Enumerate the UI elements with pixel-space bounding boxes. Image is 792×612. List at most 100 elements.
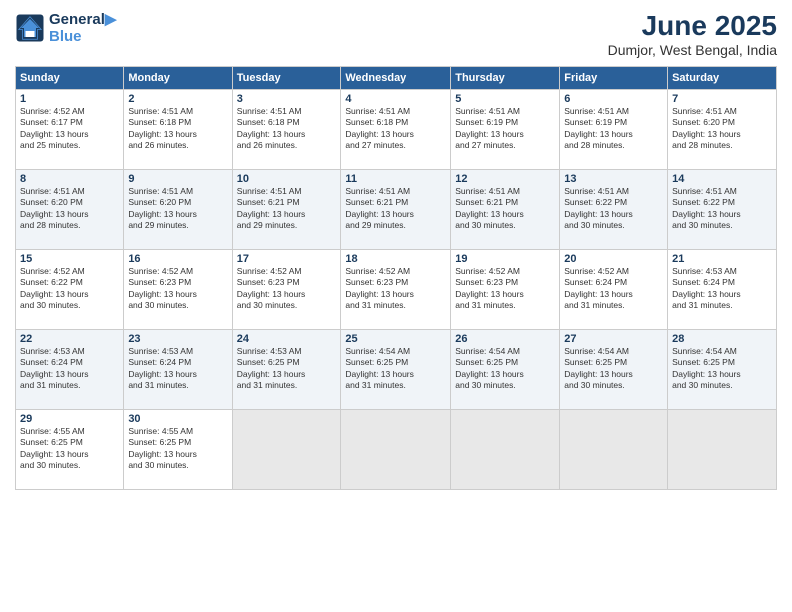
calendar-cell: 14Sunrise: 4:51 AMSunset: 6:22 PMDayligh… — [668, 170, 777, 250]
day-number: 2 — [128, 93, 227, 105]
day-number: 3 — [237, 93, 337, 105]
calendar-cell — [668, 410, 777, 490]
day-info: Sunrise: 4:51 AMSunset: 6:18 PMDaylight:… — [128, 106, 227, 152]
day-info: Sunrise: 4:52 AMSunset: 6:24 PMDaylight:… — [564, 266, 663, 312]
day-info: Sunrise: 4:53 AMSunset: 6:24 PMDaylight:… — [20, 346, 119, 392]
logo-text: General▶ Blue — [49, 10, 116, 45]
calendar-cell: 7Sunrise: 4:51 AMSunset: 6:20 PMDaylight… — [668, 90, 777, 170]
calendar-cell: 19Sunrise: 4:52 AMSunset: 6:23 PMDayligh… — [451, 250, 560, 330]
calendar-cell — [560, 410, 668, 490]
day-number: 18 — [345, 253, 446, 265]
day-number: 17 — [237, 253, 337, 265]
day-number: 9 — [128, 173, 227, 185]
day-info: Sunrise: 4:51 AMSunset: 6:21 PMDaylight:… — [237, 186, 337, 232]
calendar-cell: 5Sunrise: 4:51 AMSunset: 6:19 PMDaylight… — [451, 90, 560, 170]
day-info: Sunrise: 4:53 AMSunset: 6:24 PMDaylight:… — [672, 266, 772, 312]
week-row-1: 1Sunrise: 4:52 AMSunset: 6:17 PMDaylight… — [16, 90, 777, 170]
day-number: 5 — [455, 93, 555, 105]
calendar-cell: 8Sunrise: 4:51 AMSunset: 6:20 PMDaylight… — [16, 170, 124, 250]
day-number: 14 — [672, 173, 772, 185]
week-row-4: 22Sunrise: 4:53 AMSunset: 6:24 PMDayligh… — [16, 330, 777, 410]
day-info: Sunrise: 4:55 AMSunset: 6:25 PMDaylight:… — [20, 426, 119, 472]
title-section: June 2025 Dumjor, West Bengal, India — [608, 10, 777, 58]
day-number: 19 — [455, 253, 555, 265]
day-number: 11 — [345, 173, 446, 185]
day-info: Sunrise: 4:53 AMSunset: 6:25 PMDaylight:… — [237, 346, 337, 392]
day-number: 6 — [564, 93, 663, 105]
calendar-cell: 10Sunrise: 4:51 AMSunset: 6:21 PMDayligh… — [232, 170, 341, 250]
calendar-cell: 23Sunrise: 4:53 AMSunset: 6:24 PMDayligh… — [124, 330, 232, 410]
day-info: Sunrise: 4:51 AMSunset: 6:22 PMDaylight:… — [564, 186, 663, 232]
calendar-cell: 24Sunrise: 4:53 AMSunset: 6:25 PMDayligh… — [232, 330, 341, 410]
day-info: Sunrise: 4:54 AMSunset: 6:25 PMDaylight:… — [564, 346, 663, 392]
day-number: 25 — [345, 333, 446, 345]
calendar-cell: 13Sunrise: 4:51 AMSunset: 6:22 PMDayligh… — [560, 170, 668, 250]
day-number: 22 — [20, 333, 119, 345]
logo: General▶ Blue — [15, 10, 116, 45]
day-info: Sunrise: 4:51 AMSunset: 6:19 PMDaylight:… — [455, 106, 555, 152]
col-tuesday: Tuesday — [232, 67, 341, 90]
day-info: Sunrise: 4:51 AMSunset: 6:22 PMDaylight:… — [672, 186, 772, 232]
calendar-cell: 4Sunrise: 4:51 AMSunset: 6:18 PMDaylight… — [341, 90, 451, 170]
week-row-5: 29Sunrise: 4:55 AMSunset: 6:25 PMDayligh… — [16, 410, 777, 490]
day-info: Sunrise: 4:51 AMSunset: 6:19 PMDaylight:… — [564, 106, 663, 152]
day-number: 28 — [672, 333, 772, 345]
calendar-cell: 16Sunrise: 4:52 AMSunset: 6:23 PMDayligh… — [124, 250, 232, 330]
day-number: 13 — [564, 173, 663, 185]
col-monday: Monday — [124, 67, 232, 90]
calendar-cell: 2Sunrise: 4:51 AMSunset: 6:18 PMDaylight… — [124, 90, 232, 170]
day-number: 26 — [455, 333, 555, 345]
day-number: 15 — [20, 253, 119, 265]
day-info: Sunrise: 4:51 AMSunset: 6:21 PMDaylight:… — [345, 186, 446, 232]
day-info: Sunrise: 4:54 AMSunset: 6:25 PMDaylight:… — [672, 346, 772, 392]
day-number: 12 — [455, 173, 555, 185]
day-info: Sunrise: 4:52 AMSunset: 6:23 PMDaylight:… — [455, 266, 555, 312]
calendar-header: Sunday Monday Tuesday Wednesday Thursday… — [16, 67, 777, 90]
day-info: Sunrise: 4:51 AMSunset: 6:18 PMDaylight:… — [345, 106, 446, 152]
header-row: Sunday Monday Tuesday Wednesday Thursday… — [16, 67, 777, 90]
calendar-cell — [232, 410, 341, 490]
day-info: Sunrise: 4:53 AMSunset: 6:24 PMDaylight:… — [128, 346, 227, 392]
day-info: Sunrise: 4:51 AMSunset: 6:20 PMDaylight:… — [672, 106, 772, 152]
day-info: Sunrise: 4:51 AMSunset: 6:20 PMDaylight:… — [20, 186, 119, 232]
calendar-cell: 9Sunrise: 4:51 AMSunset: 6:20 PMDaylight… — [124, 170, 232, 250]
calendar-cell: 20Sunrise: 4:52 AMSunset: 6:24 PMDayligh… — [560, 250, 668, 330]
col-thursday: Thursday — [451, 67, 560, 90]
calendar-cell: 12Sunrise: 4:51 AMSunset: 6:21 PMDayligh… — [451, 170, 560, 250]
day-number: 20 — [564, 253, 663, 265]
day-number: 16 — [128, 253, 227, 265]
day-number: 1 — [20, 93, 119, 105]
day-number: 8 — [20, 173, 119, 185]
calendar-cell: 17Sunrise: 4:52 AMSunset: 6:23 PMDayligh… — [232, 250, 341, 330]
day-number: 30 — [128, 413, 227, 425]
calendar-cell — [451, 410, 560, 490]
calendar-cell: 22Sunrise: 4:53 AMSunset: 6:24 PMDayligh… — [16, 330, 124, 410]
day-info: Sunrise: 4:51 AMSunset: 6:21 PMDaylight:… — [455, 186, 555, 232]
day-info: Sunrise: 4:54 AMSunset: 6:25 PMDaylight:… — [455, 346, 555, 392]
day-number: 23 — [128, 333, 227, 345]
col-friday: Friday — [560, 67, 668, 90]
day-number: 24 — [237, 333, 337, 345]
calendar-cell: 6Sunrise: 4:51 AMSunset: 6:19 PMDaylight… — [560, 90, 668, 170]
day-info: Sunrise: 4:52 AMSunset: 6:23 PMDaylight:… — [237, 266, 337, 312]
calendar-cell: 11Sunrise: 4:51 AMSunset: 6:21 PMDayligh… — [341, 170, 451, 250]
day-number: 21 — [672, 253, 772, 265]
day-info: Sunrise: 4:52 AMSunset: 6:23 PMDaylight:… — [128, 266, 227, 312]
calendar-cell: 30Sunrise: 4:55 AMSunset: 6:25 PMDayligh… — [124, 410, 232, 490]
page: General▶ Blue June 2025 Dumjor, West Ben… — [0, 0, 792, 612]
calendar-cell: 26Sunrise: 4:54 AMSunset: 6:25 PMDayligh… — [451, 330, 560, 410]
day-info: Sunrise: 4:51 AMSunset: 6:20 PMDaylight:… — [128, 186, 227, 232]
calendar-cell: 28Sunrise: 4:54 AMSunset: 6:25 PMDayligh… — [668, 330, 777, 410]
col-saturday: Saturday — [668, 67, 777, 90]
day-info: Sunrise: 4:52 AMSunset: 6:22 PMDaylight:… — [20, 266, 119, 312]
header: General▶ Blue June 2025 Dumjor, West Ben… — [15, 10, 777, 58]
week-row-2: 8Sunrise: 4:51 AMSunset: 6:20 PMDaylight… — [16, 170, 777, 250]
day-info: Sunrise: 4:51 AMSunset: 6:18 PMDaylight:… — [237, 106, 337, 152]
day-info: Sunrise: 4:52 AMSunset: 6:23 PMDaylight:… — [345, 266, 446, 312]
month-title: June 2025 — [608, 10, 777, 42]
week-row-3: 15Sunrise: 4:52 AMSunset: 6:22 PMDayligh… — [16, 250, 777, 330]
calendar-cell: 25Sunrise: 4:54 AMSunset: 6:25 PMDayligh… — [341, 330, 451, 410]
day-info: Sunrise: 4:54 AMSunset: 6:25 PMDaylight:… — [345, 346, 446, 392]
day-number: 4 — [345, 93, 446, 105]
calendar-cell: 1Sunrise: 4:52 AMSunset: 6:17 PMDaylight… — [16, 90, 124, 170]
